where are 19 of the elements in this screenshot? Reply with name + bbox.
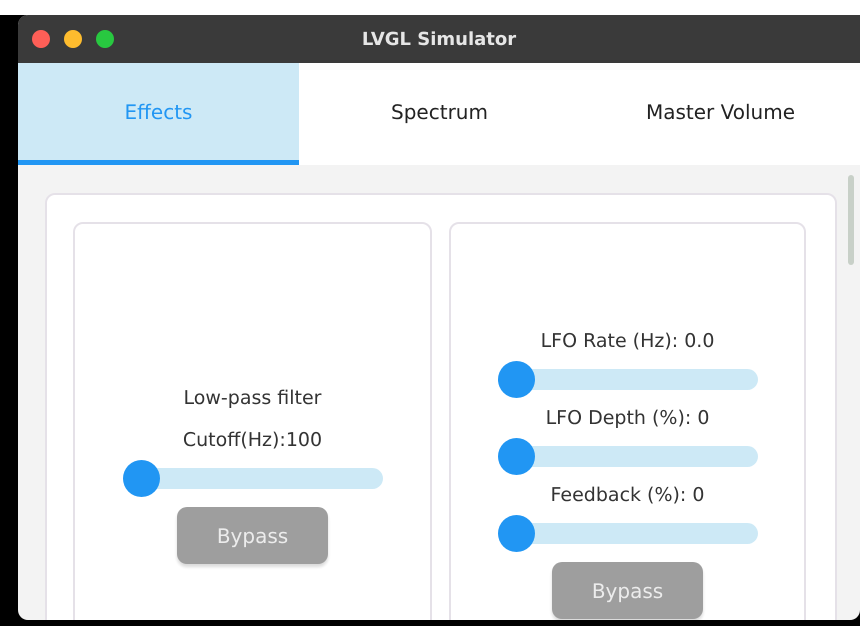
slider-label: Low-pass filter (183, 386, 322, 411)
slider[interactable] (498, 361, 758, 398)
slider[interactable] (498, 438, 758, 475)
scrollbar[interactable] (848, 175, 854, 265)
slider-label: LFO Depth (%): 0 (546, 406, 710, 431)
slider[interactable] (498, 515, 758, 552)
slider-label: LFO Rate (Hz): 0.0 (540, 329, 714, 354)
window-title: LVGL Simulator (362, 28, 516, 50)
slider-label: Feedback (%): 0 (550, 483, 704, 508)
minimize-button[interactable] (64, 30, 82, 48)
slider[interactable] (122, 460, 382, 497)
close-button[interactable] (32, 30, 50, 48)
slider-thumb[interactable] (498, 438, 534, 475)
zoom-button[interactable] (96, 30, 114, 48)
slider-thumb[interactable] (498, 361, 534, 398)
tab[interactable]: Effects (18, 63, 299, 165)
slider-label: Cutoff(Hz):100 (182, 428, 322, 453)
slider-thumb[interactable] (498, 515, 534, 552)
slider-thumb[interactable] (122, 460, 160, 497)
